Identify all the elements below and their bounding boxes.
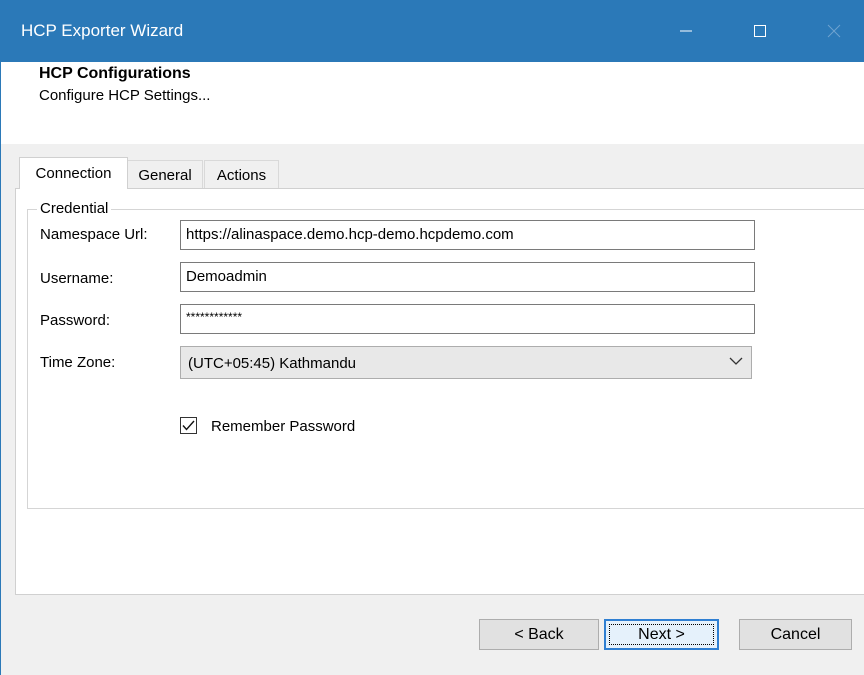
next-button[interactable]: Next >: [604, 619, 719, 650]
back-button-label: < Back: [514, 625, 564, 643]
maximize-button[interactable]: [737, 8, 783, 54]
password-input[interactable]: ************: [180, 304, 755, 334]
window-title: HCP Exporter Wizard: [21, 21, 184, 40]
tab-connection[interactable]: Connection: [19, 157, 128, 189]
password-label: Password:: [40, 312, 111, 329]
minimize-button[interactable]: [663, 8, 709, 54]
tab-actions[interactable]: Actions: [204, 160, 279, 189]
time-zone-select[interactable]: (UTC+05:45) Kathmandu: [180, 346, 752, 379]
remember-password-checkbox[interactable]: [180, 417, 197, 434]
focus-rectangle: [609, 624, 714, 645]
cancel-button[interactable]: Cancel: [739, 619, 852, 650]
cancel-button-label: Cancel: [770, 625, 821, 643]
time-zone-label: Time Zone:: [40, 354, 116, 371]
page-title: HCP Configurations: [39, 65, 191, 82]
username-input[interactable]: Demoadmin: [180, 262, 755, 292]
username-label: Username:: [40, 270, 114, 287]
chevron-down-icon[interactable]: [727, 352, 745, 370]
remember-password-label[interactable]: Remember Password: [211, 418, 355, 435]
maximize-icon: [754, 25, 766, 37]
minimize-icon: [680, 30, 692, 32]
namespace-url-label: Namespace Url:: [40, 226, 148, 243]
title-bar: HCP Exporter Wizard: [1, 0, 864, 62]
wizard-window: HCP Exporter Wizard HCP Configurations C…: [0, 0, 864, 675]
tab-general[interactable]: General: [127, 160, 203, 189]
namespace-url-input[interactable]: https://alinaspace.demo.hcp-demo.hcpdemo…: [180, 220, 755, 250]
close-button[interactable]: [811, 8, 857, 54]
close-icon: [827, 24, 841, 38]
back-button[interactable]: < Back: [479, 619, 599, 650]
credential-legend: Credential: [37, 200, 112, 217]
wizard-header: HCP Configurations Configure HCP Setting…: [1, 62, 864, 144]
page-subtitle: Configure HCP Settings...: [39, 87, 211, 104]
checkmark-icon: [182, 420, 195, 431]
